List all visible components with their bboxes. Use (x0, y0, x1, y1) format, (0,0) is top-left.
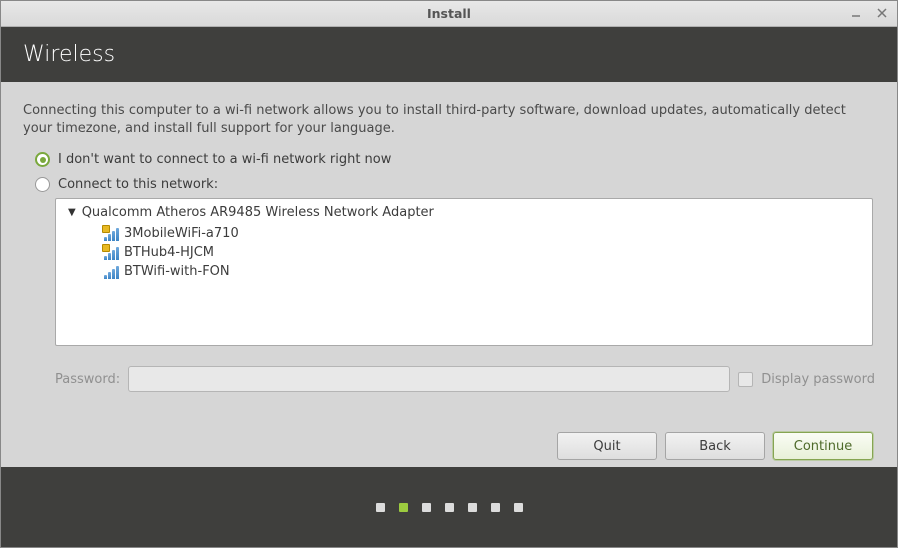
wifi-secured-icon (104, 246, 120, 260)
network-tree[interactable]: ▼ Qualcomm Atheros AR9485 Wireless Netwo… (55, 198, 873, 346)
radio-no-connect-label: I don't want to connect to a wi-fi netwo… (58, 152, 391, 167)
radio-no-connect[interactable]: I don't want to connect to a wi-fi netwo… (35, 152, 875, 167)
password-input[interactable] (128, 366, 730, 392)
radio-connect-to[interactable]: Connect to this network: (35, 177, 875, 192)
button-row: Quit Back Continue (23, 432, 875, 460)
progress-dot (468, 503, 477, 512)
tree-adapter-row[interactable]: ▼ Qualcomm Atheros AR9485 Wireless Netwo… (68, 205, 864, 220)
progress-dot (491, 503, 500, 512)
intro-text: Connecting this computer to a wi-fi netw… (23, 102, 875, 138)
network-item[interactable]: BTWifi-with-FON (104, 262, 864, 281)
progress-dot (445, 503, 454, 512)
quit-button[interactable]: Quit (557, 432, 657, 460)
progress-dot (422, 503, 431, 512)
progress-footer (1, 467, 897, 547)
radio-icon (35, 177, 50, 192)
content-area: Connecting this computer to a wi-fi netw… (1, 82, 897, 467)
progress-dot (514, 503, 523, 512)
password-label: Password: (55, 372, 120, 387)
window-controls (845, 3, 893, 23)
page-header: Wireless (1, 27, 897, 82)
network-name: BTHub4-HJCM (124, 245, 214, 260)
back-button[interactable]: Back (665, 432, 765, 460)
wifi-secured-icon (104, 227, 120, 241)
network-name: 3MobileWiFi-a710 (124, 226, 239, 241)
wifi-open-icon (104, 265, 120, 279)
window-title: Install (427, 6, 471, 21)
display-password-label: Display password (761, 372, 875, 387)
network-item[interactable]: 3MobileWiFi-a710 (104, 224, 864, 243)
network-item[interactable]: BTHub4-HJCM (104, 243, 864, 262)
close-button[interactable] (871, 3, 893, 23)
expand-arrow-icon[interactable]: ▼ (68, 207, 76, 218)
display-password-checkbox[interactable] (738, 372, 753, 387)
lock-icon (102, 244, 110, 252)
adapter-name: Qualcomm Atheros AR9485 Wireless Network… (82, 205, 434, 220)
radio-connect-to-label: Connect to this network: (58, 177, 218, 192)
page-title: Wireless (23, 42, 115, 67)
network-name: BTWifi-with-FON (124, 264, 230, 279)
progress-dot (376, 503, 385, 512)
radio-icon (35, 152, 50, 167)
continue-button[interactable]: Continue (773, 432, 873, 460)
minimize-button[interactable] (845, 3, 867, 23)
lock-icon (102, 225, 110, 233)
titlebar[interactable]: Install (1, 1, 897, 27)
progress-dot (399, 503, 408, 512)
password-row: Password: Display password (55, 366, 875, 392)
